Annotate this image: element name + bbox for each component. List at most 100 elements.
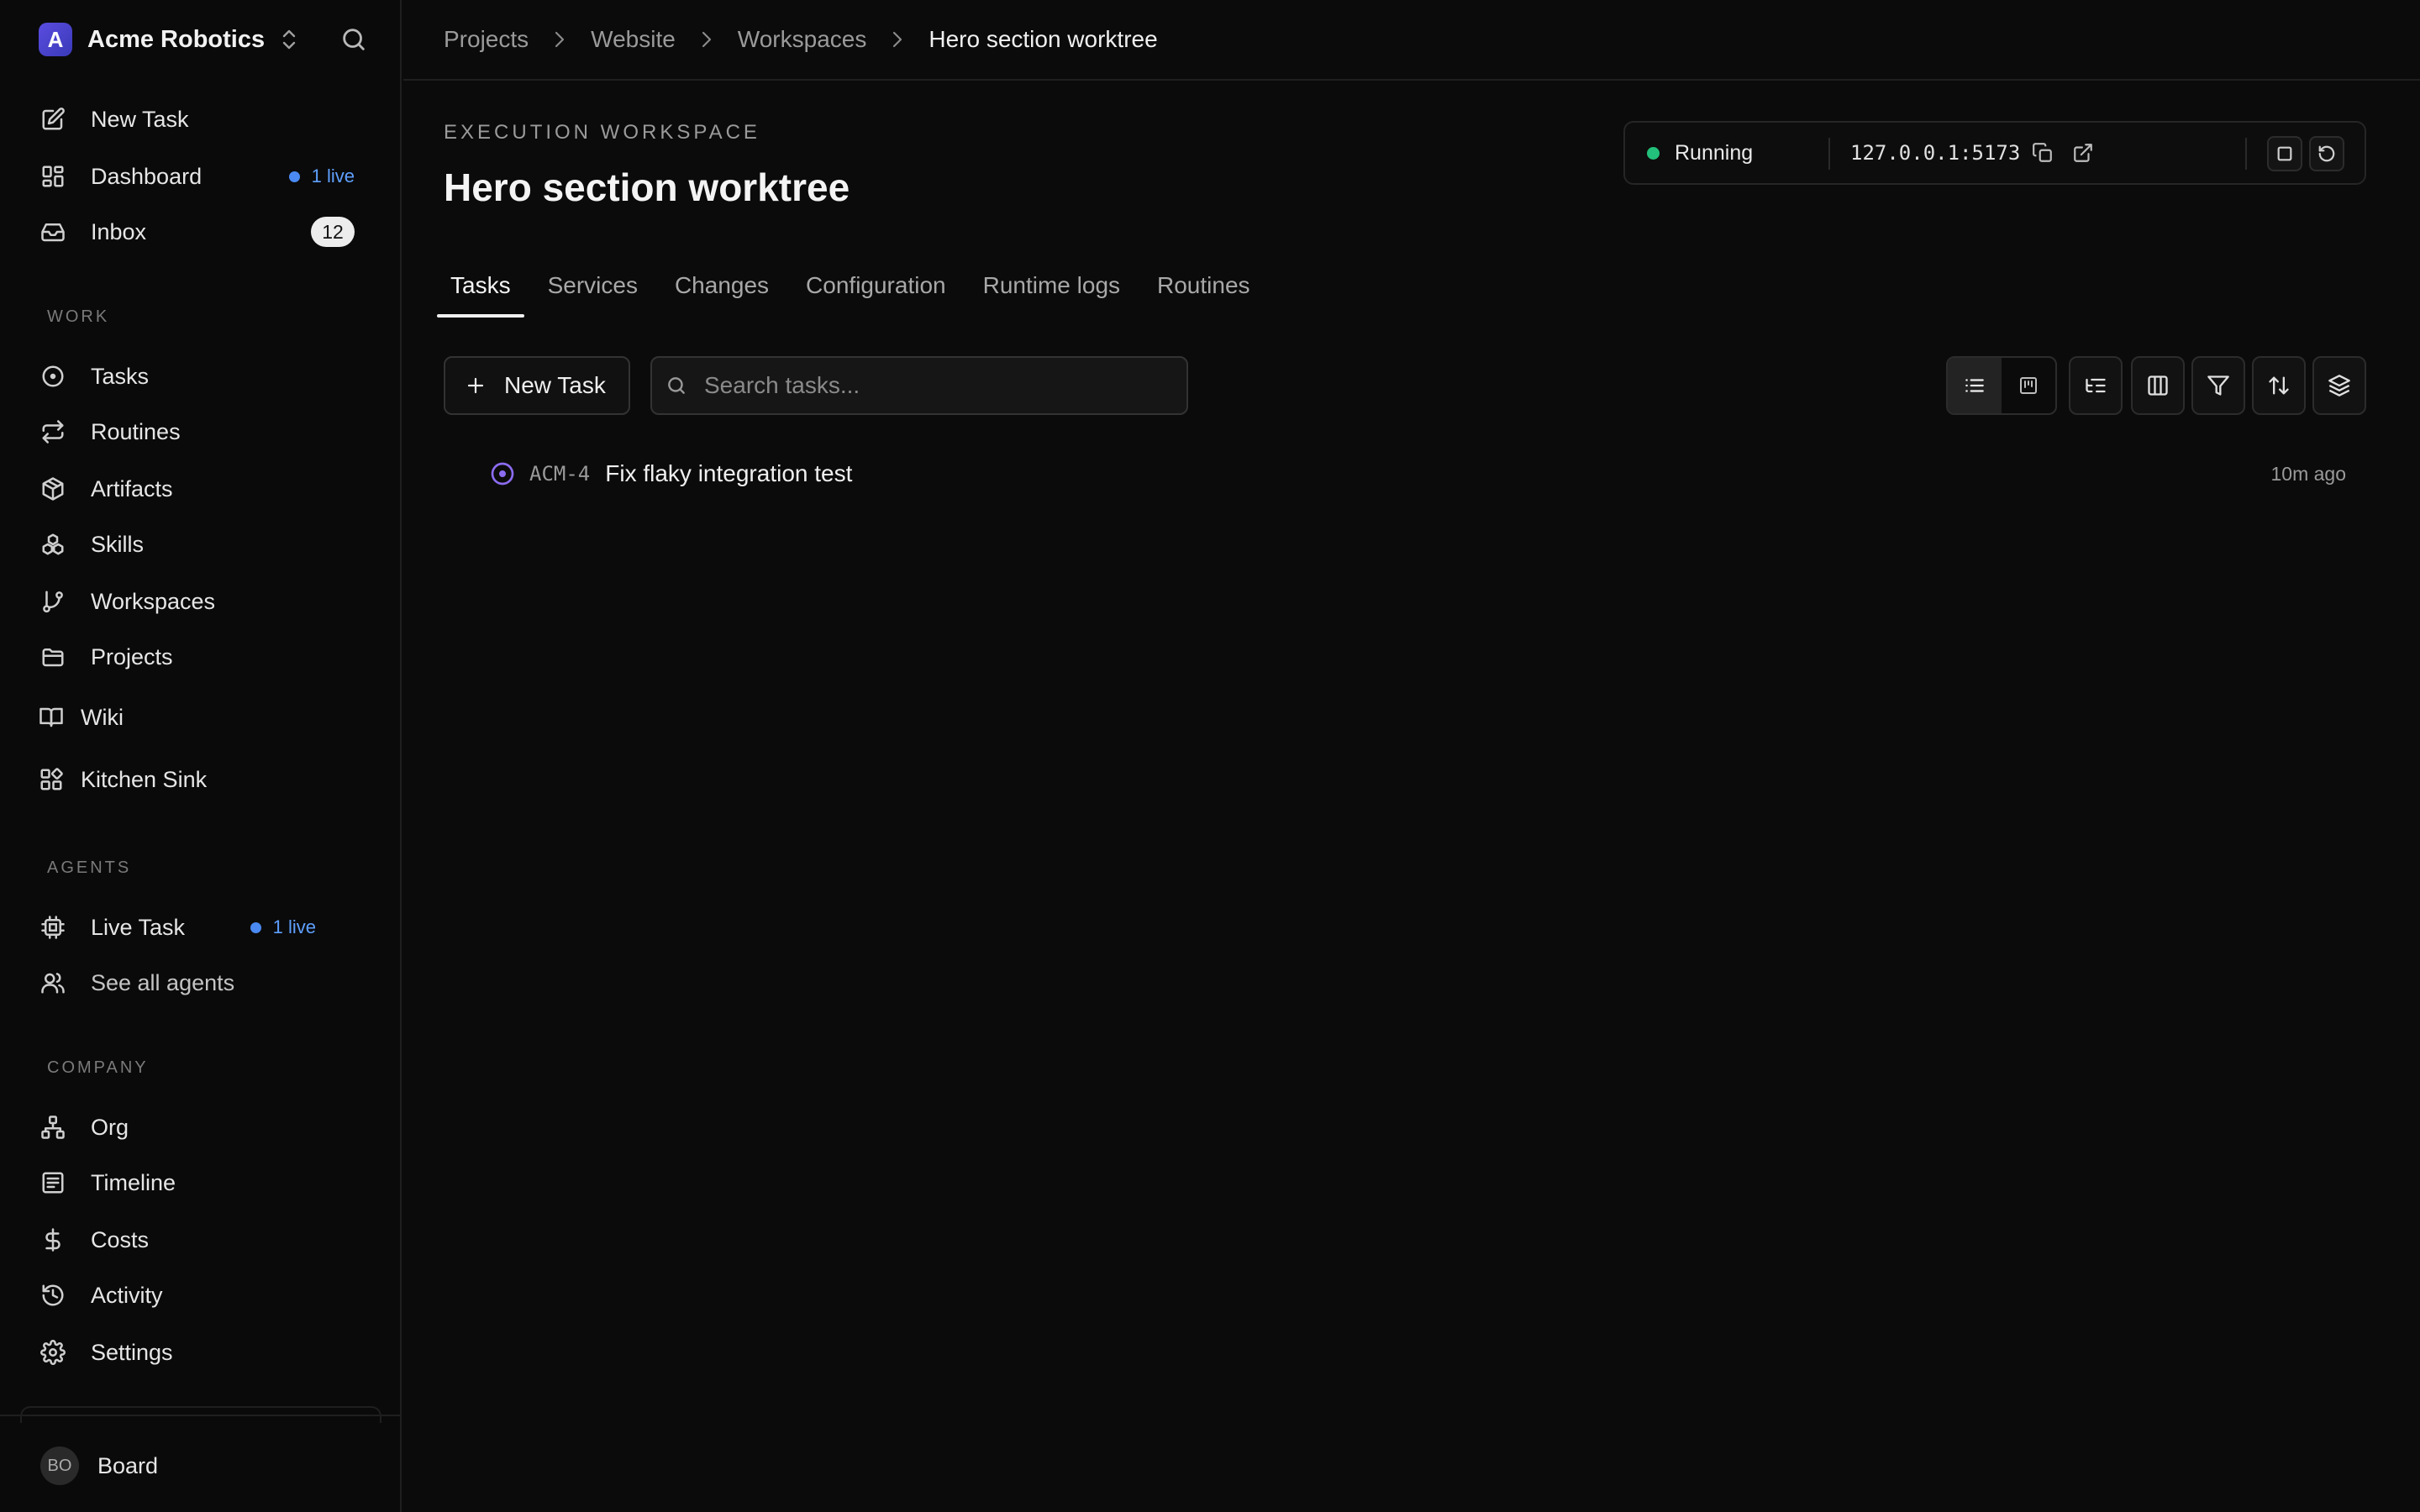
stop-button[interactable] <box>2267 136 2302 171</box>
sort-button[interactable] <box>2252 356 2306 415</box>
network-icon <box>39 1113 67 1142</box>
section-label-agents: AGENTS <box>47 858 132 877</box>
sidebar-item-skills[interactable]: Skills <box>39 524 366 564</box>
history-icon <box>39 1281 67 1310</box>
tab-services[interactable]: Services <box>548 264 638 318</box>
page-title: Hero section worktree <box>444 165 850 209</box>
page-eyebrow: EXECUTION WORKSPACE <box>444 121 760 144</box>
sidebar-item-live-task[interactable]: Live Task 1 live <box>39 907 366 948</box>
divider <box>1828 138 1830 170</box>
user-name: Board <box>97 1452 159 1478</box>
task-id: ACM-4 <box>529 462 591 486</box>
status-dot <box>1647 146 1660 160</box>
sidebar-item-settings[interactable]: Settings <box>39 1332 366 1373</box>
sidebar-item-dashboard[interactable]: Dashboard 1 live <box>39 156 366 197</box>
search-box <box>650 356 1188 415</box>
circle-dot-icon <box>39 362 67 391</box>
new-task-button[interactable]: New Task <box>444 356 630 415</box>
copy-icon[interactable] <box>2032 123 2054 183</box>
list-icon <box>1964 375 1986 396</box>
repeat-icon <box>39 417 67 446</box>
external-link-icon[interactable] <box>2072 123 2094 183</box>
layers-icon <box>2328 374 2351 397</box>
sidebar-item-tasks[interactable]: Tasks <box>39 356 366 396</box>
sidebar-item-wiki[interactable]: Wiki <box>37 697 365 738</box>
sidebar-item-inbox[interactable]: Inbox 12 <box>39 212 366 252</box>
runtime-address: 127.0.0.1:5173 <box>1850 141 2021 165</box>
table-row[interactable]: ACM-4 Fix flaky integration test 10m ago <box>444 445 2366 502</box>
sidebar-item-org[interactable]: Org <box>39 1107 366 1147</box>
sidebar-item-artifacts[interactable]: Artifacts <box>39 469 366 509</box>
chevron-right-icon <box>554 30 566 49</box>
filter-icon <box>2207 374 2230 397</box>
sidebar-item-new-task[interactable]: New Task <box>39 99 366 139</box>
tab-configuration[interactable]: Configuration <box>806 264 946 318</box>
chevron-right-icon <box>701 30 713 49</box>
layers-button[interactable] <box>2312 356 2366 415</box>
breadcrumb-website[interactable]: Website <box>591 26 676 53</box>
filter-button[interactable] <box>2191 356 2245 415</box>
edit-icon <box>39 105 67 134</box>
plus-icon <box>466 375 486 396</box>
book-icon <box>37 703 66 732</box>
sidebar-item-projects[interactable]: Projects <box>39 637 366 677</box>
tab-routines[interactable]: Routines <box>1157 264 1250 318</box>
inbox-icon <box>39 218 67 246</box>
tabs: Tasks Services Changes Configuration Run… <box>437 264 1287 318</box>
inbox-count-badge: 12 <box>311 217 355 247</box>
git-branch-icon <box>39 587 67 616</box>
list-icon <box>39 1168 67 1197</box>
tab-changes[interactable]: Changes <box>675 264 769 318</box>
users-icon <box>39 969 67 997</box>
list-view-button[interactable] <box>1948 358 2002 413</box>
boxes-icon <box>39 530 67 559</box>
live-indicator: 1 live <box>288 165 355 187</box>
cpu-icon <box>39 913 67 942</box>
company-name: Acme Robotics <box>87 25 266 53</box>
breadcrumb-projects[interactable]: Projects <box>444 26 529 53</box>
rotate-ccw-icon <box>2317 144 2336 163</box>
section-label-work: WORK <box>47 307 110 326</box>
tab-runtime-logs[interactable]: Runtime logs <box>983 264 1120 318</box>
board-view-button[interactable] <box>2002 358 2055 413</box>
columns-button[interactable] <box>2131 356 2185 415</box>
divider <box>2245 138 2247 170</box>
breadcrumb-workspaces[interactable]: Workspaces <box>738 26 867 53</box>
search-input[interactable] <box>704 372 1175 399</box>
sidebar-item-routines[interactable]: Routines <box>39 412 366 452</box>
gear-icon <box>39 1338 67 1367</box>
view-toggle <box>1946 356 2057 415</box>
breadcrumb-current: Hero section worktree <box>929 26 1158 52</box>
section-label-company: COMPANY <box>47 1058 149 1077</box>
tab-tasks[interactable]: Tasks <box>437 264 524 318</box>
runtime-panel: Running 127.0.0.1:5173 <box>1623 121 2366 185</box>
sidebar: A Acme Robotics New Task Dashboard 1 liv… <box>0 0 402 1512</box>
folder-icon <box>39 643 67 671</box>
sidebar-item-costs[interactable]: Costs <box>39 1220 366 1260</box>
sidebar-item-see-all-agents[interactable]: See all agents <box>39 963 366 1003</box>
dollar-icon <box>39 1226 67 1254</box>
company-logo: A <box>39 23 72 56</box>
task-timestamp: 10m ago <box>2270 462 2346 485</box>
avatar: BO <box>40 1446 79 1485</box>
sidebar-item-timeline[interactable]: Timeline <box>39 1163 366 1203</box>
status-badge: Running <box>1647 123 1753 183</box>
square-icon <box>2275 144 2294 163</box>
blocks-icon <box>37 765 66 794</box>
dashboard-icon <box>39 162 67 191</box>
sidebar-item-kitchen-sink[interactable]: Kitchen Sink <box>37 759 365 800</box>
user-menu[interactable]: BO Board <box>40 1446 158 1485</box>
sidebar-item-activity[interactable]: Activity <box>39 1275 366 1315</box>
restart-button[interactable] <box>2309 136 2344 171</box>
sidebar-footer-edge <box>20 1406 381 1423</box>
columns-icon <box>2146 374 2170 397</box>
status-circle-icon <box>489 460 516 487</box>
group-button[interactable] <box>2069 356 2123 415</box>
sidebar-item-workspaces[interactable]: Workspaces <box>39 581 366 622</box>
search-icon[interactable] <box>339 25 368 54</box>
list-tree-icon <box>2084 374 2107 397</box>
live-indicator: 1 live <box>250 916 316 938</box>
kanban-icon <box>2018 375 2039 396</box>
breadcrumb: Projects Website Workspaces Hero section… <box>403 0 2420 81</box>
company-switcher[interactable]: A Acme Robotics <box>39 22 298 57</box>
